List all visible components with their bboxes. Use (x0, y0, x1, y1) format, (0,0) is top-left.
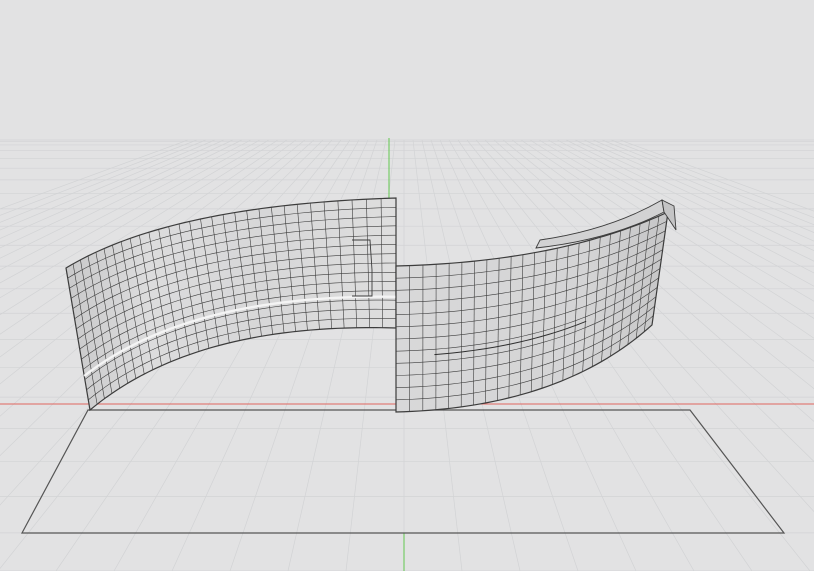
3d-viewport[interactable] (0, 0, 814, 571)
viewport-canvas[interactable] (0, 0, 814, 571)
wall-surface[interactable] (395, 211, 669, 413)
curved-wall-right[interactable] (395, 199, 677, 413)
grid-line (610, 139, 814, 219)
